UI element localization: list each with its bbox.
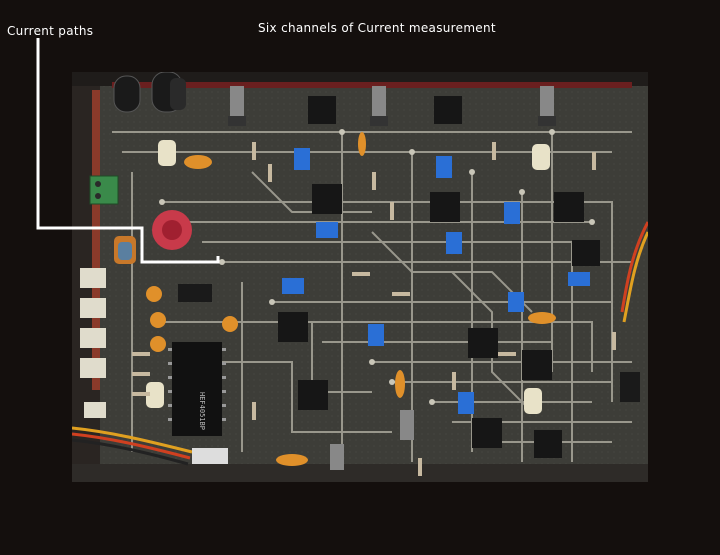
ic-hef4051bp xyxy=(172,342,222,436)
bottom-connector xyxy=(192,448,228,464)
image-title: Six channels of Current measurement xyxy=(258,21,496,35)
board-surface xyxy=(72,72,648,482)
standoff xyxy=(158,140,176,166)
terminal-block xyxy=(89,175,119,205)
pcb-illustration: HEF4051BP xyxy=(72,72,648,482)
standoff xyxy=(524,388,542,414)
ic-label: HEF4051BP xyxy=(198,392,206,430)
standoff xyxy=(532,144,550,170)
current-paths-label: Current paths xyxy=(7,24,94,38)
pcb-photo: HEF4051BP xyxy=(72,72,648,482)
